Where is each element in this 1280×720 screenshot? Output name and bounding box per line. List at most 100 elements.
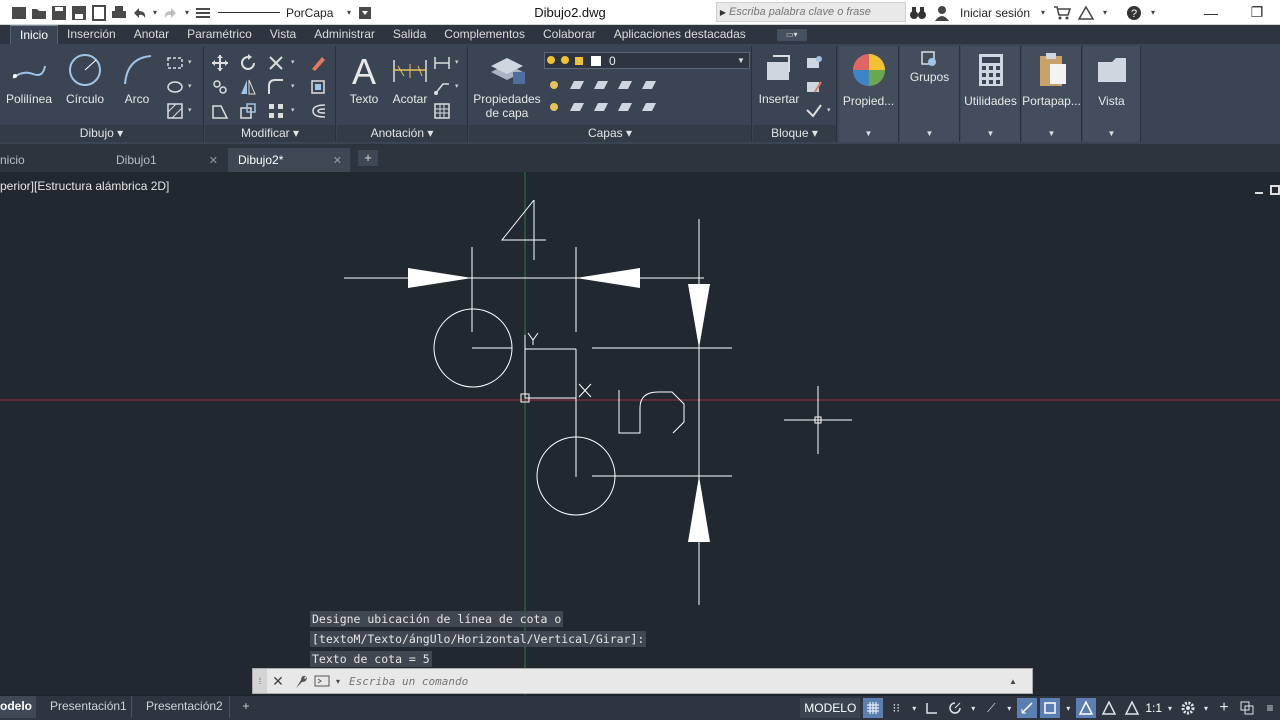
- layers-panel-title[interactable]: Capas ▾: [469, 125, 751, 142]
- restore-icon[interactable]: ❐: [1234, 0, 1280, 25]
- new-tab-plus-icon[interactable]: +: [358, 150, 378, 166]
- object-snap-tracking-icon[interactable]: [1017, 698, 1038, 718]
- print-icon[interactable]: [110, 4, 128, 22]
- chevron-right-icon[interactable]: ▶: [717, 3, 729, 21]
- cart-icon[interactable]: [1052, 3, 1072, 23]
- isolate-objects-icon[interactable]: [1237, 698, 1257, 718]
- signin-label[interactable]: Iniciar sesión: [960, 6, 1030, 20]
- minimize-icon[interactable]: —: [1188, 0, 1234, 25]
- isodraft-dropdown-icon[interactable]: ▾: [1004, 698, 1014, 718]
- scale-dropdown-icon[interactable]: ▾: [1165, 698, 1175, 718]
- hatch-dropdown-icon[interactable]: ▾: [188, 106, 192, 114]
- table-icon[interactable]: [433, 102, 451, 120]
- tab-insercion[interactable]: Inserción: [58, 25, 125, 44]
- drawing-canvas[interactable]: perior][Estructura alámbrica 2D] Designe…: [0, 172, 1280, 695]
- attribute-dropdown-icon[interactable]: ▾: [827, 106, 831, 114]
- autodesk-icon[interactable]: [1076, 3, 1096, 23]
- osnap-dropdown-icon[interactable]: ▾: [1063, 698, 1073, 718]
- drag-handle-icon[interactable]: ⁞: [253, 669, 267, 693]
- close-icon[interactable]: ✕: [267, 670, 289, 692]
- explode-icon[interactable]: [309, 78, 327, 96]
- scale-icon[interactable]: [239, 102, 257, 120]
- create-block-icon[interactable]: [805, 54, 823, 72]
- help-dropdown-icon[interactable]: ▾: [1148, 4, 1158, 22]
- view-tile[interactable]: Vista ▼: [1083, 46, 1141, 142]
- utilities-tile[interactable]: Utilidades ▼: [961, 46, 1021, 142]
- chevron-up-icon[interactable]: ▲: [1009, 677, 1025, 686]
- polar-dropdown-icon[interactable]: ▾: [968, 698, 978, 718]
- layout-tab-presentacion1[interactable]: Presentación1: [40, 696, 132, 718]
- attribute-icon[interactable]: [805, 102, 823, 120]
- groups-tile[interactable]: Grupos ▼: [900, 46, 960, 142]
- trim-icon[interactable]: [267, 54, 285, 72]
- leader-icon[interactable]: [433, 78, 451, 96]
- search-box[interactable]: ▶: [716, 2, 906, 22]
- add-plus-icon[interactable]: +: [1214, 698, 1234, 718]
- new-icon[interactable]: [10, 4, 28, 22]
- command-input[interactable]: [349, 674, 1009, 688]
- file-tab-dibujo1[interactable]: Dibujo1 ✕: [106, 148, 226, 172]
- workspace-gear-icon[interactable]: [1178, 698, 1198, 718]
- linear-dimension-dropdown-icon[interactable]: ▾: [455, 58, 459, 66]
- rectangle-dropdown-icon[interactable]: ▾: [188, 58, 192, 66]
- stretch-icon[interactable]: [211, 102, 229, 120]
- tab-inicio[interactable]: Inicio: [10, 25, 59, 44]
- fillet-icon[interactable]: [267, 78, 285, 96]
- linear-dimension-icon[interactable]: [433, 54, 451, 72]
- dimension-button[interactable]: Acotar: [387, 50, 433, 106]
- polar-icon[interactable]: [945, 698, 965, 718]
- autodesk-dropdown-icon[interactable]: ▾: [1100, 4, 1110, 22]
- tab-salida[interactable]: Salida: [384, 25, 435, 44]
- layer-selector[interactable]: 0 ▼: [544, 52, 750, 69]
- ribbon-minimize-icon[interactable]: ▭▾: [776, 28, 807, 41]
- rotate-icon[interactable]: [239, 54, 257, 72]
- undo-icon[interactable]: [130, 4, 148, 22]
- menu-icon[interactable]: [194, 4, 212, 22]
- edit-block-icon[interactable]: [805, 78, 823, 96]
- array-dropdown-icon[interactable]: ▾: [291, 106, 295, 114]
- snap-dropdown-icon[interactable]: ▾: [909, 698, 919, 718]
- redo-dropdown-icon[interactable]: ▾: [182, 4, 192, 22]
- tab-aplicaciones-destacadas[interactable]: Aplicaciones destacadas: [605, 25, 755, 44]
- wrench-icon[interactable]: [289, 670, 311, 692]
- file-tab-start[interactable]: nicio: [0, 148, 104, 172]
- array-icon[interactable]: [267, 102, 285, 120]
- redo-icon[interactable]: [162, 4, 180, 22]
- isodraft-icon[interactable]: ⟋: [981, 698, 1001, 718]
- search-binoculars-icon[interactable]: [908, 3, 928, 23]
- arc-button[interactable]: Arco: [114, 50, 160, 106]
- file-tab-dibujo2[interactable]: Dibujo2* ✕: [228, 148, 350, 172]
- layout-tab-presentacion2[interactable]: Presentación2: [136, 696, 230, 718]
- signin-dropdown-icon[interactable]: ▾: [1038, 4, 1048, 22]
- ellipse-icon[interactable]: [166, 78, 184, 96]
- search-input[interactable]: [729, 6, 899, 18]
- close-icon[interactable]: ✕: [333, 154, 342, 167]
- tab-vista[interactable]: Vista: [261, 25, 305, 44]
- annotation-visibility-icon[interactable]: [1076, 698, 1097, 718]
- leader-dropdown-icon[interactable]: ▾: [455, 82, 459, 90]
- offset-icon[interactable]: [309, 102, 327, 120]
- copy-icon[interactable]: [211, 78, 229, 96]
- properties-tile[interactable]: Propied... ▼: [839, 46, 899, 142]
- help-icon[interactable]: ?: [1124, 3, 1144, 23]
- model-space-button[interactable]: MODELO: [800, 698, 861, 718]
- customization-icon[interactable]: ≡: [1260, 698, 1280, 718]
- save-icon[interactable]: [50, 4, 68, 22]
- annotation-panel-title[interactable]: Anotación ▾: [337, 125, 467, 142]
- tab-parametrico[interactable]: Paramétrico: [178, 25, 261, 44]
- user-icon[interactable]: [932, 3, 952, 23]
- autoscale-icon[interactable]: [1099, 698, 1119, 718]
- fillet-dropdown-icon[interactable]: ▾: [291, 82, 295, 90]
- chevron-down-icon[interactable]: ▾: [344, 4, 354, 22]
- block-panel-title[interactable]: Bloque ▾: [753, 125, 836, 142]
- text-button[interactable]: A Texto: [341, 50, 387, 106]
- rectangle-icon[interactable]: [166, 54, 184, 72]
- layout-tab-model[interactable]: odelo: [0, 696, 36, 718]
- linetype-selector[interactable]: PorCapa ▾: [218, 4, 354, 22]
- web-icon[interactable]: [90, 4, 108, 22]
- move-icon[interactable]: [211, 54, 229, 72]
- draw-panel-title[interactable]: Dibujo ▾: [0, 125, 203, 142]
- chevron-down-icon[interactable]: ▼: [737, 56, 749, 65]
- grid-icon[interactable]: [863, 698, 884, 718]
- annotation-scale-icon[interactable]: [1122, 698, 1142, 718]
